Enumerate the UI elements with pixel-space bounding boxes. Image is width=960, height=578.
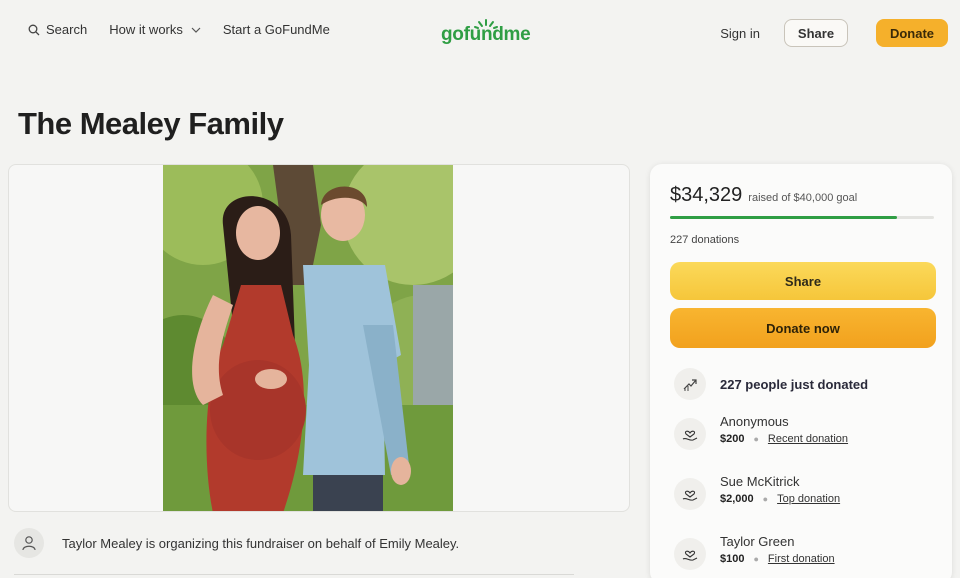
- heart-hand-icon: [682, 430, 698, 441]
- page-title: The Mealey Family: [18, 106, 284, 141]
- donor-name: Taylor Green: [720, 534, 795, 549]
- donor-item: Anonymous $200 ● Recent donation: [674, 414, 848, 450]
- donate-now-button[interactable]: Donate now: [670, 308, 936, 348]
- section-divider: [14, 574, 574, 575]
- recent-donation-link[interactable]: Recent donation: [768, 433, 848, 445]
- donor-icon-wrap: [674, 418, 706, 450]
- donor-item: Taylor Green $100 ● First donation: [674, 534, 835, 570]
- donate-button-header[interactable]: Donate: [876, 19, 948, 47]
- how-it-works-menu[interactable]: How it works: [109, 22, 201, 37]
- search-icon: [28, 24, 40, 35]
- search-label: Search: [46, 22, 88, 37]
- nav-left: Search How it works Start a GoFundMe: [28, 22, 352, 37]
- organizer-row: Taylor Mealey is organizing this fundrai…: [14, 528, 459, 558]
- progress-fill: [670, 216, 897, 219]
- donor-icon-wrap: [674, 538, 706, 570]
- chevron-down-icon: [191, 27, 201, 33]
- start-gofundme-link[interactable]: Start a GoFundMe: [223, 22, 330, 37]
- couple-photo-illustration: [163, 165, 453, 511]
- raised-amount: $34,329: [670, 184, 743, 206]
- donation-sidebar: $34,329 raised of $40,000 goal 227 donat…: [650, 164, 952, 578]
- how-it-works-label: How it works: [109, 22, 183, 37]
- donor-details: Sue McKitrick $2,000 ● Top donation: [720, 474, 840, 505]
- top-navigation: Search How it works Start a GoFundMe gof…: [0, 0, 960, 66]
- top-donation-link[interactable]: Top donation: [777, 493, 840, 505]
- donor-name: Sue McKitrick: [720, 474, 800, 489]
- separator-dot: ●: [762, 494, 769, 504]
- organizer-avatar[interactable]: [14, 528, 44, 558]
- donation-count: 227 donations: [670, 234, 740, 246]
- start-gofundme-label: Start a GoFundMe: [222, 22, 330, 37]
- separator-dot: ●: [753, 554, 759, 564]
- gofundme-logo[interactable]: gofundme: [441, 18, 531, 46]
- person-icon: [22, 536, 36, 551]
- heart-hand-icon: [682, 550, 698, 561]
- goal-text: raised of $40,000 goal: [748, 192, 858, 204]
- donor-meta: $100 ● First donation: [720, 553, 835, 565]
- progress-bar: [670, 216, 934, 219]
- separator-dot: ●: [753, 434, 759, 444]
- donor-amount: $200: [720, 433, 745, 445]
- heart-hand-icon: [682, 490, 698, 501]
- donor-item: Sue McKitrick $2,000 ● Top donation: [674, 474, 840, 510]
- search-link[interactable]: Search: [28, 22, 87, 37]
- trending-up-icon: [683, 379, 697, 391]
- raised-summary: $34,329 raised of $40,000 goal: [670, 184, 857, 207]
- donor-amount: $2,000: [720, 493, 754, 505]
- organizer-text: Taylor Mealey is organizing this fundrai…: [62, 535, 460, 551]
- trending-icon-wrap: [674, 368, 706, 400]
- donor-details: Taylor Green $100 ● First donation: [720, 534, 835, 565]
- donor-meta: $200 ● Recent donation: [720, 433, 848, 445]
- logo-text: gofundme: [441, 24, 531, 45]
- first-donation-link[interactable]: First donation: [768, 553, 835, 565]
- share-button[interactable]: Share: [670, 262, 936, 300]
- donor-name: Anonymous: [720, 414, 789, 429]
- just-donated-text: 227 people just donated: [720, 376, 869, 392]
- nav-right: Sign in Share Donate: [720, 19, 948, 47]
- share-button-header[interactable]: Share: [784, 19, 848, 47]
- donor-details: Anonymous $200 ● Recent donation: [720, 414, 848, 445]
- donor-amount: $100: [720, 553, 745, 565]
- donor-icon-wrap: [674, 478, 706, 510]
- campaign-photo[interactable]: [163, 165, 453, 511]
- campaign-media: [8, 164, 630, 512]
- donor-meta: $2,000 ● Top donation: [720, 493, 840, 505]
- sign-in-link[interactable]: Sign in: [720, 26, 760, 41]
- recent-activity: 227 people just donated: [674, 368, 868, 400]
